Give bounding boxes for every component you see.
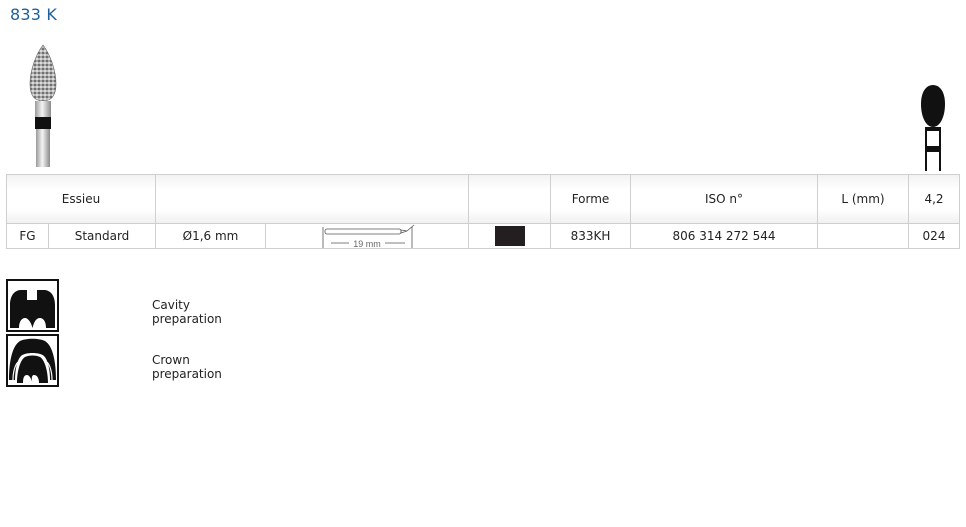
header-diameter: 4,2 <box>908 174 960 224</box>
bur-silhouette-icon <box>921 85 945 171</box>
color-band-swatch <box>494 226 525 246</box>
diamond-bur-image <box>29 44 57 167</box>
shank-length-label: 19 mm <box>353 239 381 248</box>
crown-preparation-icon <box>6 334 59 387</box>
cell-shank-drawing: 19 mm <box>265 223 469 249</box>
cell-color-band <box>468 223 551 249</box>
application-label: Cavity preparation <box>152 298 222 326</box>
header-length: L (mm) <box>817 174 909 224</box>
header-essieu: Essieu <box>6 174 156 224</box>
cell-iso: 806 314 272 544 <box>630 223 818 249</box>
table-header-row: Essieu Forme ISO n° L (mm) 4,2 <box>6 174 960 224</box>
header-color <box>468 174 551 224</box>
cell-shank-diameter: Ø1,6 mm <box>155 223 266 249</box>
product-title: 833 K <box>10 5 58 24</box>
table-row: FG Standard Ø1,6 mm 19 mm 833KH 806 314 … <box>6 223 960 249</box>
cell-shank-type: FG <box>6 223 49 249</box>
shank-length-drawing: 19 mm <box>322 224 415 248</box>
header-iso: ISO n° <box>630 174 818 224</box>
cell-shank-name: Standard <box>48 223 156 249</box>
header-forme: Forme <box>550 174 631 224</box>
application-label: Crown preparation <box>152 353 222 381</box>
cavity-preparation-icon <box>6 279 59 332</box>
product-spec-table: Essieu Forme ISO n° L (mm) 4,2 FG Standa… <box>6 174 960 249</box>
cell-length <box>817 223 909 249</box>
header-shank <box>155 174 469 224</box>
cell-forme: 833KH <box>550 223 631 249</box>
cell-size: 024 <box>908 223 960 249</box>
